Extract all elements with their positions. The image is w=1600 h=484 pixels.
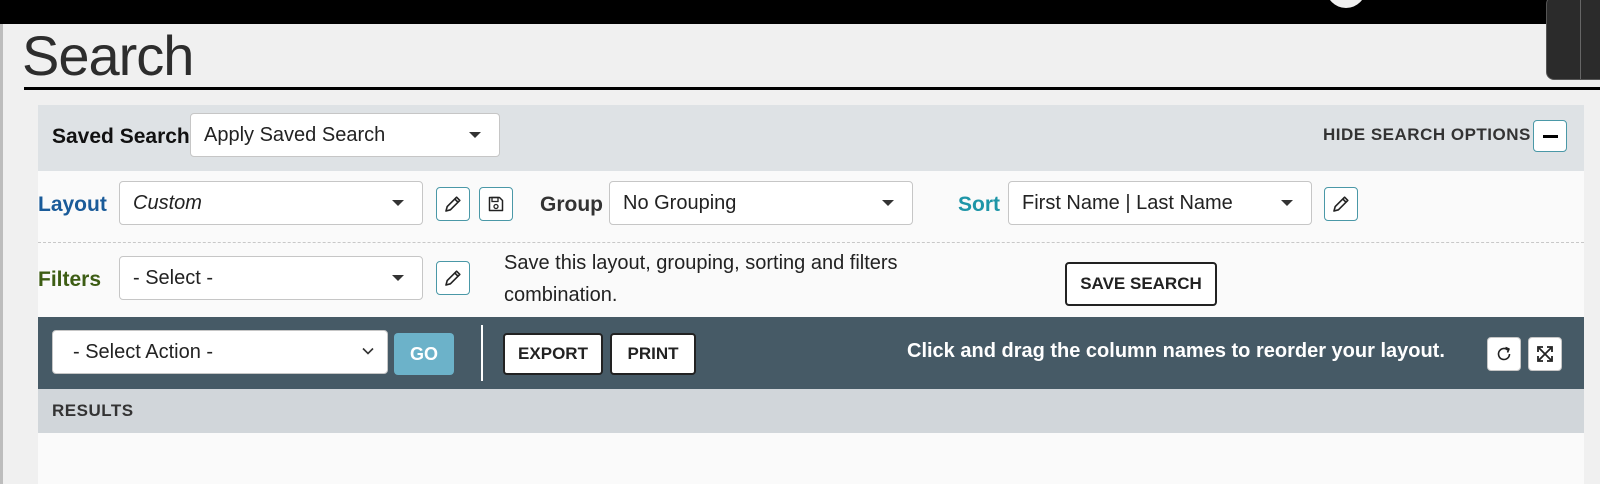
caret-down-icon	[1281, 200, 1293, 206]
page-title: Search	[22, 24, 194, 87]
group-label: Group	[540, 193, 603, 216]
export-button[interactable]: EXPORT	[503, 333, 603, 375]
search-panel: Saved Search Apply Saved Search HIDE SEA…	[38, 105, 1584, 484]
expand-icon	[1537, 346, 1553, 362]
refresh-icon	[1497, 346, 1511, 361]
minus-icon	[1543, 135, 1558, 138]
hide-search-options-label[interactable]: HIDE SEARCH OPTIONS	[1323, 125, 1531, 145]
sort-label: Sort	[958, 193, 1000, 216]
print-button[interactable]: PRINT	[610, 333, 696, 375]
pencil-icon	[1333, 196, 1349, 212]
refresh-button[interactable]	[1487, 337, 1521, 371]
pencil-icon	[445, 270, 461, 286]
pencil-icon	[445, 196, 461, 212]
caret-down-icon	[469, 132, 481, 138]
hide-search-options-button[interactable]	[1533, 120, 1567, 152]
save-search-description: Save this layout, grouping, sorting and …	[504, 252, 898, 306]
select-action-value: - Select Action -	[73, 340, 214, 363]
sort-select[interactable]: First Name | Last Name	[1008, 181, 1312, 225]
filters-select-value: - Select -	[133, 266, 214, 289]
section-divider	[38, 242, 1584, 243]
top-app-bar	[0, 0, 1600, 24]
layout-save-button[interactable]	[479, 187, 513, 221]
left-edge-border	[0, 24, 3, 484]
reorder-columns-hint: Click and drag the column names to reord…	[907, 340, 1445, 362]
layout-edit-button[interactable]	[436, 187, 470, 221]
saved-search-bar: Saved Search Apply Saved Search HIDE SEA…	[38, 105, 1584, 171]
action-toolbar: - Select Action - GO EXPORT PRINT Click …	[38, 317, 1584, 389]
caret-down-icon	[882, 200, 894, 206]
caret-down-icon	[392, 200, 404, 206]
save-icon	[488, 196, 504, 212]
toolbar-divider	[481, 325, 483, 381]
chevron-down-icon	[361, 344, 375, 361]
user-avatar[interactable]	[1326, 0, 1366, 8]
layout-select-value: Custom	[133, 191, 202, 214]
save-search-button[interactable]: SAVE SEARCH	[1065, 262, 1217, 306]
corner-panel-divider	[1580, 0, 1581, 79]
title-underline	[24, 87, 1600, 90]
filters-select[interactable]: - Select -	[119, 256, 423, 300]
sort-edit-button[interactable]	[1324, 187, 1358, 221]
sort-select-value: First Name | Last Name	[1022, 191, 1233, 214]
filters-label: Filters	[38, 268, 102, 291]
select-action-dropdown[interactable]: - Select Action -	[52, 330, 388, 374]
filters-edit-button[interactable]	[436, 261, 470, 295]
results-header: RESULTS	[38, 389, 1584, 433]
saved-search-select[interactable]: Apply Saved Search	[190, 113, 500, 157]
expand-button[interactable]	[1528, 337, 1562, 371]
results-label: RESULTS	[52, 401, 134, 420]
layout-label: Layout	[38, 193, 107, 216]
corner-panel-toggle[interactable]	[1546, 0, 1600, 80]
saved-search-select-value: Apply Saved Search	[204, 123, 386, 146]
group-select-value: No Grouping	[623, 191, 737, 214]
saved-search-label: Saved Search	[52, 125, 190, 148]
layout-select[interactable]: Custom	[119, 181, 423, 225]
go-button[interactable]: GO	[394, 333, 454, 375]
group-select[interactable]: No Grouping	[609, 181, 913, 225]
caret-down-icon	[392, 275, 404, 281]
